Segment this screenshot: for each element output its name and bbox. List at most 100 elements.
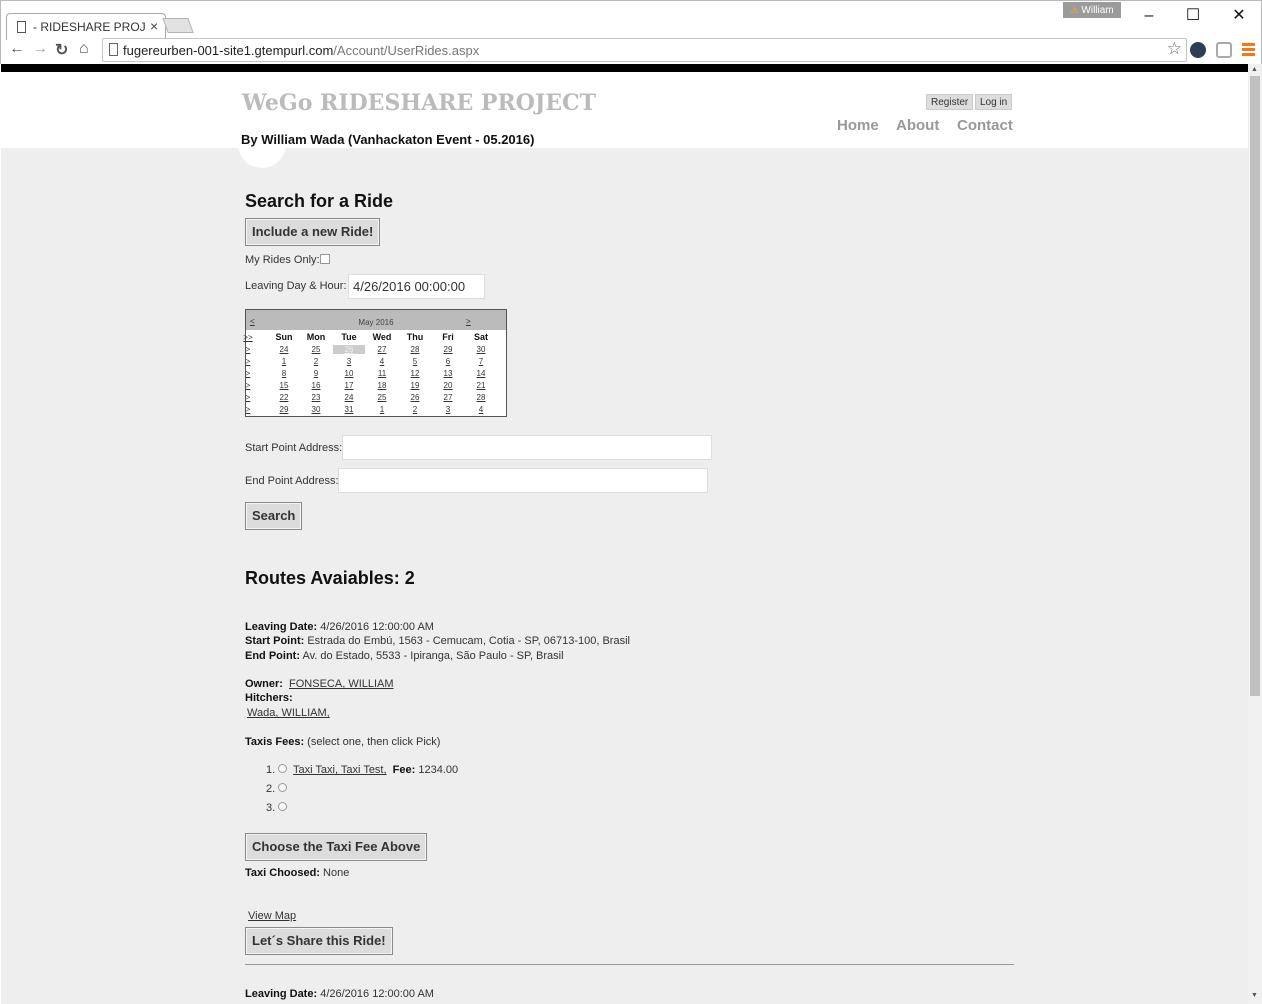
site-title[interactable]: WeGo RIDESHARE PROJECT — [242, 90, 596, 116]
calendar-day[interactable]: 19 — [399, 381, 431, 390]
calendar-day[interactable]: 28 — [465, 393, 497, 402]
minimize-button[interactable]: – — [1127, 3, 1171, 29]
calendar-next[interactable]: > — [466, 317, 471, 326]
divider — [245, 964, 1014, 965]
calendar-day[interactable]: 2 — [300, 357, 332, 366]
close-tab-icon[interactable]: × — [150, 18, 158, 34]
calendar-day[interactable]: 5 — [399, 357, 431, 366]
calendar-day[interactable]: 24 — [333, 393, 365, 402]
calendar-day[interactable]: 21 — [465, 381, 497, 390]
calendar-select-week[interactable]: > — [238, 393, 258, 402]
extension-puzzle-icon[interactable] — [1216, 42, 1232, 58]
calendar-day[interactable]: 7 — [465, 357, 497, 366]
forward-button[interactable]: → — [32, 40, 48, 58]
taxi-option-num: 1. — [266, 764, 276, 776]
calendar-day[interactable]: 28 — [399, 345, 431, 354]
register-link[interactable]: Register — [926, 94, 974, 110]
calendar-day[interactable]: 1 — [268, 357, 300, 366]
calendar-day[interactable]: 31 — [333, 405, 365, 414]
calendar-select-week[interactable]: > — [238, 345, 258, 354]
calendar-day[interactable]: 10 — [333, 369, 365, 378]
taxi-link[interactable]: Taxi Taxi, Taxi Test, — [293, 764, 387, 776]
calendar-select-week[interactable]: > — [238, 357, 258, 366]
calendar-day[interactable]: 2 — [399, 405, 431, 414]
leaving-date-input[interactable]: 4/26/2016 00:00:00 — [348, 274, 485, 299]
calendar-day[interactable]: 27 — [432, 393, 464, 402]
calendar-day[interactable]: 6 — [432, 357, 464, 366]
scroll-down-arrow[interactable]: ▼ — [1251, 992, 1258, 999]
calendar-day[interactable]: 29 — [432, 345, 464, 354]
view-map-link[interactable]: View Map — [248, 910, 296, 922]
hitcher-link[interactable]: Wada, WILLIAM, — [247, 707, 330, 719]
address-bar[interactable]: fugereurben-001-site1.gtempurl.com/Accou… — [102, 38, 1187, 62]
warning-icon: ⚠ — [1070, 5, 1079, 15]
calendar-select-week[interactable]: > — [238, 381, 258, 390]
calendar-day[interactable]: 17 — [333, 381, 365, 390]
taxi-option-radio[interactable] — [278, 783, 287, 792]
calendar-day[interactable]: 20 — [432, 381, 464, 390]
calendar: < May 2016 > >> Sun Mon Tue Wed Thu Fri Sat >24 2… — [243, 309, 507, 417]
calendar-day[interactable]: 26 — [399, 393, 431, 402]
calendar-day[interactable]: 3 — [432, 405, 464, 414]
calendar-select-week[interactable]: > — [238, 405, 258, 414]
login-link[interactable]: Log in — [975, 94, 1013, 110]
bookmark-star-icon[interactable]: ☆ — [1167, 39, 1182, 59]
scrollbar[interactable]: ▲ ▼ — [1248, 64, 1262, 1004]
menu-icon[interactable] — [1242, 43, 1255, 58]
include-ride-button[interactable]: Include a new Ride! — [245, 218, 381, 246]
calendar-day[interactable]: 25 — [300, 345, 332, 354]
calendar-day[interactable]: 24 — [268, 345, 300, 354]
calendar-day[interactable]: 1 — [366, 405, 398, 414]
calendar-day[interactable]: 14 — [465, 369, 497, 378]
reload-button[interactable]: ↻ — [55, 40, 68, 60]
calendar-day[interactable]: 22 — [268, 393, 300, 402]
calendar-select-month[interactable]: >> — [238, 333, 258, 342]
owner-link[interactable]: FONSECA, WILLIAM — [289, 678, 394, 690]
calendar-day[interactable]: 27 — [366, 345, 398, 354]
new-tab-button[interactable] — [162, 18, 194, 33]
taxi-option-radio[interactable] — [278, 802, 287, 811]
search-button[interactable]: Search — [245, 502, 303, 530]
calendar-select-week[interactable]: > — [238, 369, 258, 378]
start-point-input[interactable] — [342, 435, 712, 460]
second-leaving-date-row: Leaving Date: 4/26/2016 12:00:00 AM — [245, 988, 434, 1000]
calendar-day[interactable]: 9 — [300, 369, 332, 378]
choose-taxi-button[interactable]: Choose the Taxi Fee Above — [245, 833, 428, 861]
browser-tab[interactable]: - RIDESHARE PROJEC × — [6, 13, 166, 40]
calendar-day[interactable]: 8 — [268, 369, 300, 378]
calendar-day[interactable]: 25 — [366, 393, 398, 402]
tab-title: - RIDESHARE PROJEC — [33, 20, 145, 34]
calendar-day[interactable]: 15 — [268, 381, 300, 390]
taxi-option-num: 2. — [266, 783, 276, 795]
calendar-day[interactable]: 18 — [366, 381, 398, 390]
share-ride-button[interactable]: Let´s Share this Ride! — [245, 927, 393, 955]
page-icon — [109, 43, 118, 56]
calendar-day[interactable]: 12 — [399, 369, 431, 378]
calendar-day[interactable]: 26 — [333, 345, 365, 354]
back-button[interactable]: ← — [9, 40, 25, 58]
scrollbar-thumb[interactable] — [1250, 76, 1260, 696]
nav-about[interactable]: About — [896, 117, 939, 134]
maximize-button[interactable]: ☐ — [1171, 3, 1215, 29]
calendar-day[interactable]: 13 — [432, 369, 464, 378]
my-rides-checkbox[interactable] — [320, 254, 330, 264]
calendar-day[interactable]: 4 — [465, 405, 497, 414]
taxi-option-radio[interactable] — [278, 764, 287, 773]
profile-button[interactable]: ⚠ William — [1063, 2, 1121, 18]
calendar-day[interactable]: 30 — [300, 405, 332, 414]
home-button[interactable]: ⌂ — [79, 40, 89, 58]
nav-contact[interactable]: Contact — [957, 117, 1013, 134]
scroll-up-arrow[interactable]: ▲ — [1251, 66, 1258, 73]
calendar-day[interactable]: 30 — [465, 345, 497, 354]
calendar-day[interactable]: 4 — [366, 357, 398, 366]
calendar-day[interactable]: 3 — [333, 357, 365, 366]
close-window-button[interactable]: ✕ — [1217, 3, 1261, 29]
nav-home[interactable]: Home — [837, 117, 879, 134]
extension-icon[interactable] — [1190, 42, 1206, 58]
calendar-day[interactable]: 29 — [268, 405, 300, 414]
calendar-day[interactable]: 16 — [300, 381, 332, 390]
calendar-day[interactable]: 23 — [300, 393, 332, 402]
calendar-day[interactable]: 11 — [366, 369, 398, 378]
end-point-input[interactable] — [338, 468, 708, 493]
search-title: Search for a Ride — [245, 191, 394, 211]
